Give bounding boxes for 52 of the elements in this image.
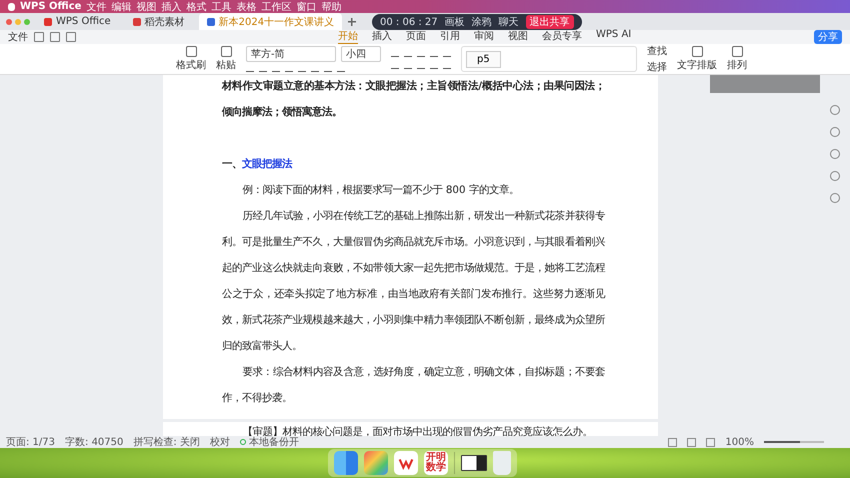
share-button[interactable]: 分享 [814,30,842,44]
document-tab[interactable]: WPS Office [36,13,119,30]
proofread-button[interactable]: 校对 [210,435,230,449]
recording-button[interactable]: 涂鸦 [472,15,492,29]
font-size-dropdown[interactable]: 小四 [341,46,381,62]
menu-item[interactable]: 工作区 [261,0,292,14]
menu-item[interactable]: 文件 [86,0,106,14]
ribbon-tab[interactable]: 引用 [440,29,460,45]
menu-item[interactable]: 视图 [136,0,156,14]
style-item[interactable]: p5 [466,50,501,68]
paragraph: 历经几年试验，小羽在传统工艺的基础上推陈出新，研发出一种新式花茶并获得专利。可是批量生产不久，大量假冒伪劣商品就充斥市场。小羽意识到，与其眼看着刚兴起的产业这么快就走向衰败，不如带领大家一起先把市场做规范。于是，她将工艺流程公之于众，还牵头拟定了地方标准，由当地政府有关部门发布推行。这些努力逐渐见效，新式花茶产业规模越来越大，小羽则集中精力率领团队不断创新，最终成为众望所归的致富带头人。 [222,209,605,354]
ribbon-tab[interactable]: 会员专享 [542,29,582,45]
ribbon-tab[interactable]: WPS AI [596,29,632,45]
font-dropdown[interactable]: 苹方-简 [246,46,336,62]
zoom-level[interactable]: 100% [725,436,754,448]
recording-button[interactable]: 画板 [444,15,465,29]
menu-item[interactable]: 窗口 [296,0,316,14]
arrange-button[interactable]: 排列 [727,58,747,72]
section-heading: 一、文眼把握法 [222,157,294,172]
text-layout-button[interactable]: 文字排版 [677,58,717,72]
find-button[interactable]: 查找 [647,44,667,58]
exit-share-button[interactable]: 退出共享 [526,15,574,29]
wps-app-icon[interactable] [394,451,418,475]
menu-item[interactable]: 插入 [161,0,182,14]
page-count: 页面: 1/73 [6,436,56,449]
menu-app-name[interactable]: WPS Office [20,1,82,12]
backup-status-icon [240,439,246,445]
paste-button[interactable]: 粘贴 [216,58,236,72]
recording-button[interactable]: 聊天 [498,15,519,29]
window-controls-icon[interactable] [6,18,30,24]
file-menu-button[interactable]: 文件 [8,30,28,44]
paragraph: 要求：综合材料内容及含意，选好角度，确定立意，明确文体，自拟标题；不要套作，不得抄袭。 [222,365,605,406]
style-gallery[interactable]: p5 [461,46,637,72]
menu-item[interactable]: 格式 [186,0,206,14]
backup-status[interactable]: 本地备份开 [248,435,299,449]
ribbon-tab[interactable]: 插入 [372,29,392,45]
document-tab[interactable]: 稻壳素材 [124,13,193,30]
format-painter-button[interactable]: 格式刷 [176,58,206,72]
menu-item[interactable]: 表格 [236,0,256,14]
spell-check-button[interactable]: 拼写检查: 关闭 [133,435,200,449]
paragraph: 例：阅读下面的材料，根据要求写一篇不少于 800 字的文章。 [242,183,520,198]
select-button[interactable]: 选择 [647,60,667,74]
word-count: 字数: 40750 [65,436,124,449]
ribbon-tab[interactable]: 页面 [406,29,426,45]
paragraph: 材料作文审题立意的基本方法：文眼把握法；主旨领悟法/概括中心法；由果问因法；倾向揣摩法；领悟寓意法。 [222,78,605,120]
math-app-icon[interactable]: 开明数学 [424,451,448,475]
menu-item[interactable]: 工具 [211,0,232,14]
recording-timer: 00 : 06 : 27 [380,16,438,28]
menu-item[interactable]: 编辑 [111,0,132,14]
ribbon-tab[interactable]: 审阅 [474,29,494,45]
ribbon-tab[interactable]: 视图 [508,29,528,45]
menu-item[interactable]: 帮助 [321,0,342,14]
